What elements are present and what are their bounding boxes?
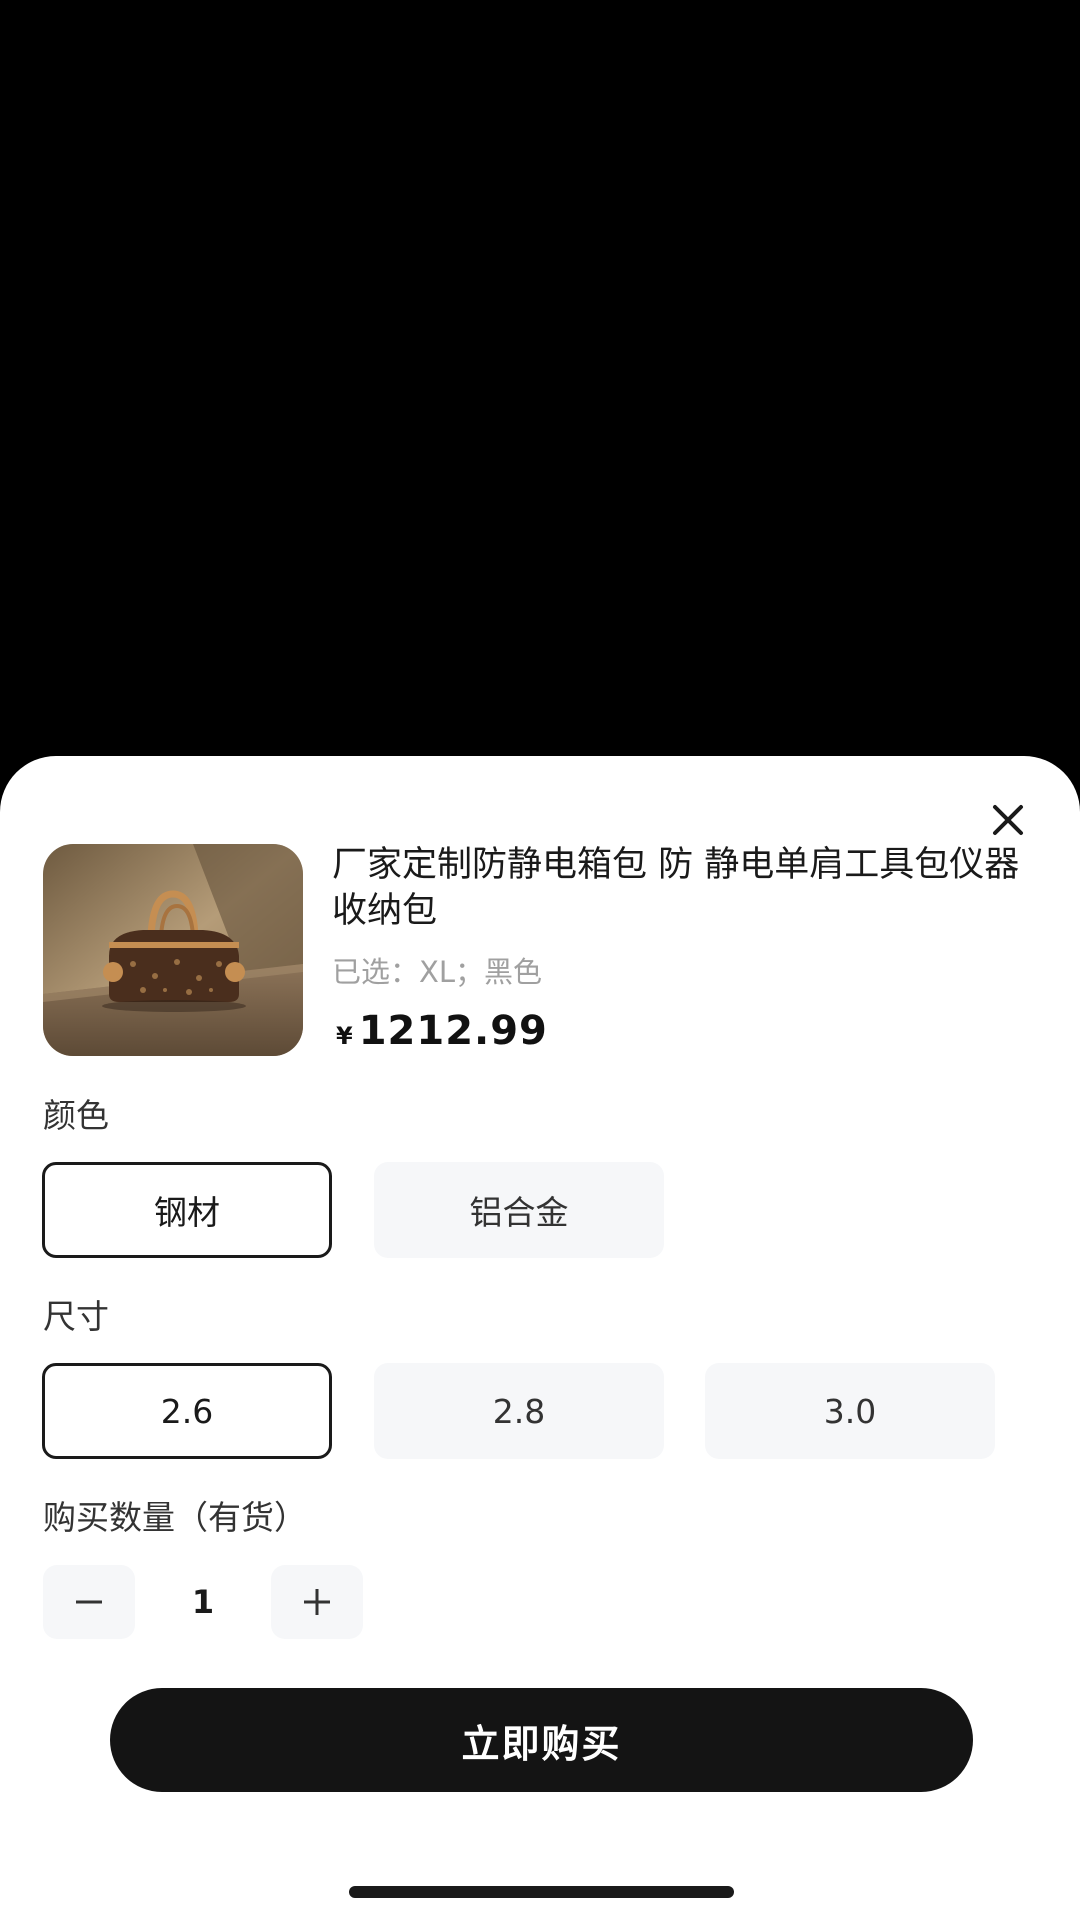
close-button[interactable] — [984, 796, 1032, 844]
quantity-decrement-button[interactable] — [43, 1565, 135, 1639]
handbag-product-photo — [43, 844, 303, 1056]
home-indicator[interactable] — [349, 1886, 734, 1898]
product-image — [43, 844, 303, 1056]
size-option-3-0[interactable]: 3.0 — [705, 1363, 995, 1459]
modal-backdrop[interactable] — [0, 0, 1080, 760]
color-option-steel[interactable]: 钢材 — [42, 1162, 332, 1258]
buy-now-button[interactable]: 立即购买 — [110, 1688, 973, 1792]
quantity-increment-button[interactable] — [271, 1565, 363, 1639]
currency-symbol: ¥ — [336, 1022, 353, 1050]
close-icon — [993, 805, 1023, 835]
price-value: 1212.99 — [358, 1008, 548, 1054]
size-section-label: 尺寸 — [43, 1297, 109, 1336]
product-price: ¥ 1212.99 — [336, 1008, 548, 1064]
quantity-value[interactable]: 1 — [135, 1565, 271, 1639]
plus-icon — [304, 1589, 330, 1615]
size-option-2-6[interactable]: 2.6 — [42, 1363, 332, 1459]
color-section-label: 颜色 — [43, 1096, 109, 1135]
selected-sku-text: 已选：XL；黑色 — [332, 955, 543, 989]
quantity-label: 购买数量（有货） — [43, 1498, 307, 1537]
product-title: 厂家定制防静电箱包 防 静电单肩工具包仪器收纳包 — [332, 845, 1020, 931]
size-option-2-8[interactable]: 2.8 — [374, 1363, 664, 1459]
color-option-aluminum[interactable]: 铝合金 — [374, 1162, 664, 1258]
minus-icon — [76, 1600, 102, 1604]
